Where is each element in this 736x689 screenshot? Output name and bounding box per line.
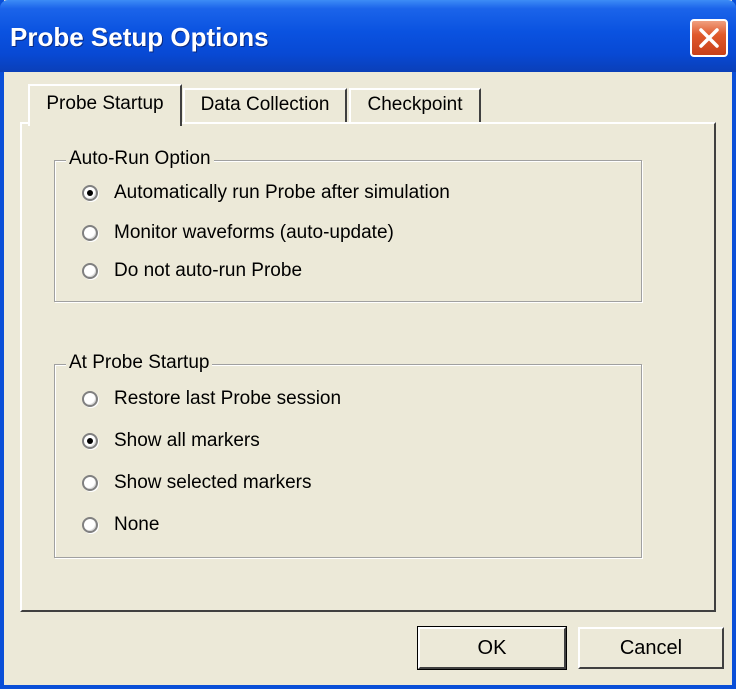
auto-run-group-label: Auto-Run Option [66,148,214,170]
radio-show-all-markers[interactable]: Show all markers [82,428,260,454]
radio-label: Show selected markers [114,472,312,493]
title-bar[interactable]: Probe Setup Options [0,0,736,72]
radio-button[interactable] [82,185,98,201]
radio-label: Do not auto-run Probe [114,260,303,281]
radio-monitor-waveforms[interactable]: Monitor waveforms (auto-update) [82,220,394,246]
close-button[interactable] [690,19,728,57]
tab-panel: Auto-Run Option Automatically run Probe … [20,122,716,612]
tab-data-collection[interactable]: Data Collection [183,88,347,124]
radio-label: Show all markers [114,430,260,451]
ok-button[interactable]: OK [417,626,567,670]
radio-none[interactable]: None [82,512,159,538]
tab-probe-startup[interactable]: Probe Startup [28,84,182,126]
radio-button[interactable] [82,391,98,407]
radio-button[interactable] [82,517,98,533]
radio-auto-run-probe[interactable]: Automatically run Probe after simulation [82,180,450,206]
radio-button[interactable] [82,263,98,279]
radio-show-selected-markers[interactable]: Show selected markers [82,470,311,496]
radio-label: Monitor waveforms (auto-update) [114,222,394,243]
radio-label: None [114,514,160,535]
tab-label: Checkpoint [367,94,463,115]
startup-group-label: At Probe Startup [66,352,213,374]
tab-checkpoint[interactable]: Checkpoint [349,88,481,124]
radio-button[interactable] [82,433,98,449]
dialog-title: Probe Setup Options [10,22,269,52]
cancel-button[interactable]: Cancel [578,627,724,669]
radio-label: Restore last Probe session [114,388,342,409]
radio-button[interactable] [82,475,98,491]
radio-do-not-auto-run[interactable]: Do not auto-run Probe [82,258,302,284]
radio-label: Automatically run Probe after simulation [114,182,450,203]
radio-restore-session[interactable]: Restore last Probe session [82,386,341,412]
close-icon [699,28,719,48]
tab-label: Probe Startup [46,93,164,114]
radio-button[interactable] [82,225,98,241]
tab-label: Data Collection [200,94,330,115]
